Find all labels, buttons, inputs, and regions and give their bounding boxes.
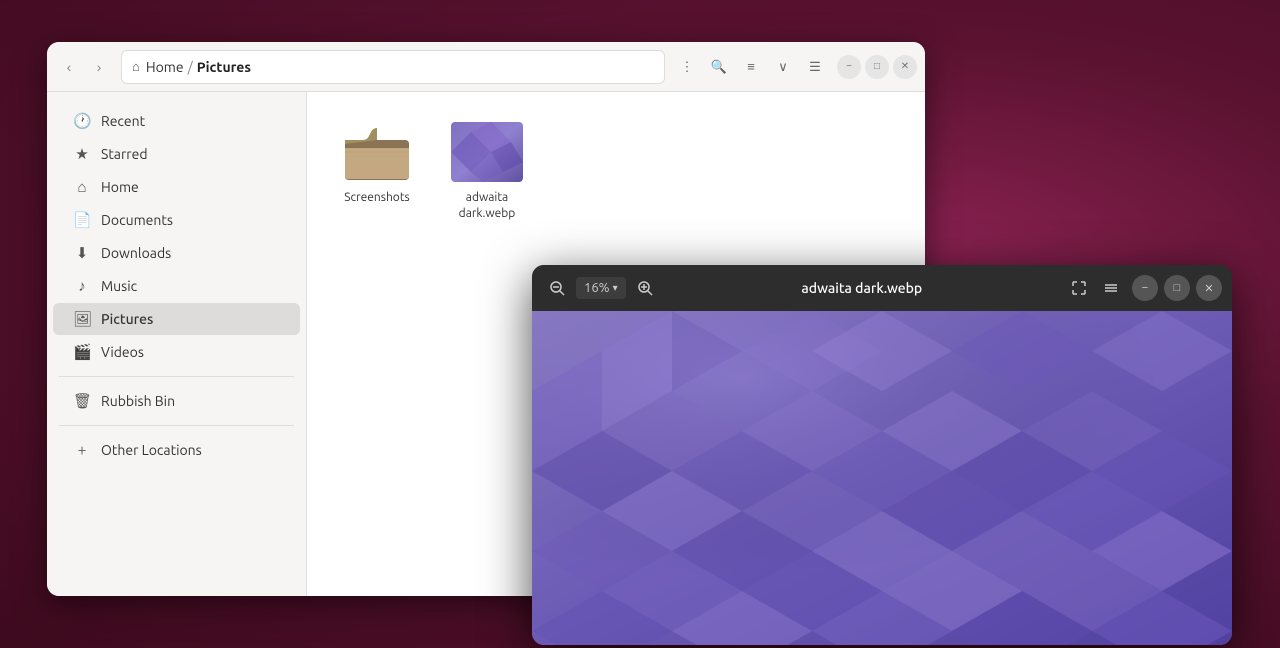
file-item-screenshots[interactable]: Screenshots [327,112,427,231]
sidebar-label-other: Other Locations [101,442,202,458]
zoom-in-button[interactable] [630,273,660,303]
breadcrumb-current: Pictures [197,59,251,75]
home-icon: ⌂ [132,59,140,74]
sidebar-item-rubbish[interactable]: 🗑 Rubbish Bin [53,385,300,417]
viewer-minimize-button[interactable]: − [1132,275,1158,301]
window-controls: − □ ✕ [837,55,917,79]
file-manager-titlebar: ‹ › ⌂ Home / Pictures ⋮ 🔍 ≡ ∨ ☰ − □ ✕ [47,42,925,92]
zoom-out-button[interactable] [542,273,572,303]
folder-icon-screenshots [341,122,413,182]
sidebar-label-rubbish: Rubbish Bin [101,393,175,409]
sidebar-item-home[interactable]: ⌂ Home [53,171,300,203]
pictures-icon: 🖼 [73,310,91,328]
sidebar-divider-2 [59,425,294,426]
videos-icon: 🎬 [73,343,91,361]
viewer-titlebar: 16% ▾ adwaita dark.webp [532,265,1232,311]
titlebar-actions: ⋮ 🔍 ≡ ∨ ☰ [673,53,829,81]
viewer-content [532,311,1232,645]
zoom-dropdown-icon: ▾ [613,282,618,294]
recent-icon: 🕐 [73,112,91,130]
breadcrumb-home[interactable]: Home [146,59,184,75]
sidebar-divider [59,376,294,377]
maximize-button[interactable]: □ [865,55,889,79]
sidebar-item-other-locations[interactable]: + Other Locations [53,434,300,466]
sidebar-item-videos[interactable]: 🎬 Videos [53,336,300,368]
zoom-controls: 16% ▾ [542,273,660,303]
other-locations-icon: + [73,441,91,459]
viewer-fullscreen-button[interactable] [1064,273,1094,303]
downloads-icon: ⬇ [73,244,91,262]
breadcrumb-separator: / [188,59,193,75]
sidebar-item-pictures[interactable]: 🖼 Pictures [53,303,300,335]
sidebar-label-documents: Documents [101,212,173,228]
sidebar-label-pictures: Pictures [101,311,153,327]
minimize-button[interactable]: − [837,55,861,79]
sidebar-label-home: Home [101,179,139,195]
forward-button[interactable]: › [85,53,113,81]
viewer-actions: − □ ✕ [1064,273,1222,303]
viewer-maximize-button[interactable]: □ [1164,275,1190,301]
music-icon: ♪ [73,277,91,295]
image-viewer-window: 16% ▾ adwaita dark.webp [532,265,1232,645]
sidebar-label-downloads: Downloads [101,245,171,261]
sidebar-item-documents[interactable]: 📄 Documents [53,204,300,236]
viewer-title: adwaita dark.webp [660,280,1064,296]
file-item-adwaita[interactable]: adwaita dark.webp [437,112,537,231]
file-icon-adwaita [451,122,523,182]
zoom-level-display[interactable]: 16% ▾ [576,277,626,299]
sidebar-item-downloads[interactable]: ⬇ Downloads [53,237,300,269]
nav-buttons: ‹ › [55,53,113,81]
view-toggle-button[interactable]: ≡ [737,53,765,81]
file-name-adwaita: adwaita dark.webp [445,190,529,221]
view-list-button[interactable]: ☰ [801,53,829,81]
file-name-screenshots: Screenshots [344,190,410,206]
sidebar-label-videos: Videos [101,344,144,360]
documents-icon: 📄 [73,211,91,229]
breadcrumb-bar[interactable]: ⌂ Home / Pictures [121,50,665,84]
sidebar-label-recent: Recent [101,113,145,129]
rubbish-icon: 🗑 [73,392,91,410]
view-dropdown-button[interactable]: ∨ [769,53,797,81]
menu-button[interactable]: ⋮ [673,53,701,81]
home-sidebar-icon: ⌂ [73,178,91,196]
sidebar-label-starred: Starred [101,146,148,162]
sidebar-label-music: Music [101,278,137,294]
sidebar-item-recent[interactable]: 🕐 Recent [53,105,300,137]
viewer-menu-button[interactable] [1096,273,1126,303]
viewer-close-button[interactable]: ✕ [1196,275,1222,301]
zoom-value: 16% [584,281,610,295]
back-button[interactable]: ‹ [55,53,83,81]
sidebar: 🕐 Recent ★ Starred ⌂ Home 📄 Documents ⬇ … [47,92,307,596]
viewer-image [532,311,1232,645]
close-button[interactable]: ✕ [893,55,917,79]
search-button[interactable]: 🔍 [705,53,733,81]
sidebar-item-starred[interactable]: ★ Starred [53,138,300,170]
sidebar-item-music[interactable]: ♪ Music [53,270,300,302]
starred-icon: ★ [73,145,91,163]
